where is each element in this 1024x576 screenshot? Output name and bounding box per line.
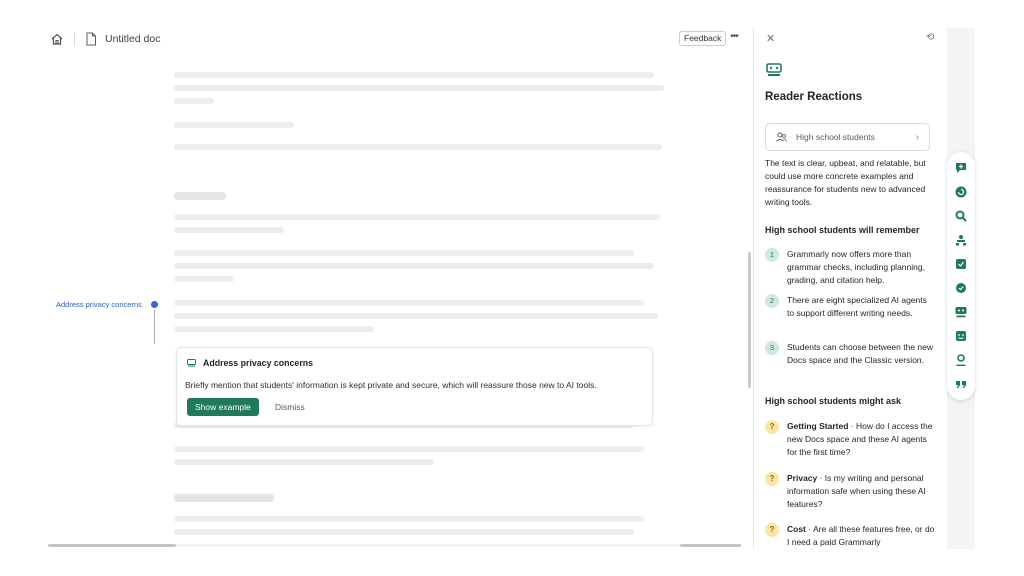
faded-text-line: [174, 313, 658, 319]
suggestion-card: Address privacy concerns Briefly mention…: [176, 347, 653, 426]
faded-text-line: [174, 459, 434, 465]
vertical-scrollbar-thumb[interactable]: [748, 252, 751, 388]
magnifier-icon[interactable]: [955, 210, 967, 222]
question-topic: Cost: [787, 524, 806, 534]
question-mark-badge: ?: [765, 420, 779, 434]
remember-heading: High school students will remember: [765, 225, 920, 235]
reader-reactions-icon: [187, 359, 196, 367]
suggestion-marker-label[interactable]: Address privacy concerns: [56, 300, 142, 309]
horizontal-scrollbar-thumb[interactable]: [680, 544, 741, 547]
suggestion-marker-dot[interactable]: [151, 301, 158, 308]
document-icon: [85, 32, 97, 46]
faded-text-line: [174, 326, 374, 332]
item-number-badge: 3: [765, 341, 779, 355]
suggestion-card-title: Address privacy concerns: [203, 358, 314, 368]
document-title[interactable]: Untitled doc: [105, 33, 160, 45]
question-topic: Privacy: [787, 473, 818, 483]
faded-text-line: [174, 85, 664, 91]
question-item[interactable]: ? Cost · Are all these features free, or…: [765, 523, 935, 549]
close-icon[interactable]: ✕: [766, 32, 775, 45]
question-topic: Getting Started: [787, 421, 849, 431]
faded-text-line: [174, 529, 634, 535]
horizontal-scrollbar-thumb[interactable]: [48, 544, 176, 547]
dismiss-button[interactable]: Dismiss: [275, 398, 305, 416]
agent-toolbar: [947, 152, 975, 400]
divider: [74, 32, 75, 46]
suggestion-card-header: Address privacy concerns: [187, 358, 313, 368]
faded-text-line: [174, 227, 284, 233]
home-icon[interactable]: [50, 32, 64, 46]
reaction-summary: The text is clear, upbeat, and relatable…: [765, 158, 926, 207]
document-body[interactable]: [160, 58, 680, 540]
smile-face-icon[interactable]: [955, 330, 967, 342]
faded-text-line: [174, 98, 214, 104]
people-icon[interactable]: [955, 234, 967, 246]
faded-text-line: [174, 300, 644, 306]
faded-text-line: [174, 122, 294, 128]
faded-text-line: [174, 263, 654, 269]
comment-plus-icon[interactable]: [955, 162, 967, 174]
question-mark-badge: ?: [765, 523, 779, 537]
faded-text-line: [174, 144, 662, 150]
faded-text-line: [174, 516, 644, 522]
remember-item: 2 There are eight specialized AI agents …: [765, 294, 935, 320]
remember-item-text: There are eight specialized AI agents to…: [787, 295, 927, 318]
faded-heading: [174, 192, 226, 200]
audience-label: High school students: [796, 132, 875, 142]
faded-text-line: [174, 214, 660, 220]
item-number-badge: 2: [765, 294, 779, 308]
ask-heading: High school students might ask: [765, 396, 902, 406]
question-item[interactable]: ? Privacy · Is my writing and personal i…: [765, 472, 935, 511]
panel-title: Reader Reactions: [765, 91, 863, 103]
person-pin-icon[interactable]: [955, 354, 967, 366]
people-icon: [776, 132, 787, 142]
faded-text-line: [174, 250, 634, 256]
question-mark-badge: ?: [765, 472, 779, 486]
question-item-text: Privacy · Is my writing and personal inf…: [787, 472, 935, 511]
refresh-circle-icon[interactable]: [955, 186, 967, 198]
reader-reactions-panel: ✕ ⟲ Reader Reactions High school student…: [753, 28, 947, 549]
faded-text-line: [174, 276, 234, 282]
faded-heading: [174, 494, 274, 502]
quote-icon[interactable]: [955, 378, 967, 390]
question-item[interactable]: ? Getting Started · How do I access the …: [765, 420, 935, 459]
badge-check-icon[interactable]: [955, 282, 967, 294]
feedback-button[interactable]: Feedback: [679, 31, 727, 46]
remember-item: 1 Grammarly now offers more than grammar…: [765, 248, 935, 287]
more-options-button[interactable]: •••: [727, 31, 741, 45]
suggestion-card-body: Briefly mention that students' informati…: [185, 380, 597, 390]
question-item-text: Cost · Are all these features free, or d…: [787, 523, 935, 549]
reader-reactions-logo-icon: [766, 63, 782, 77]
chevron-right-icon: ›: [915, 131, 919, 143]
show-example-button[interactable]: Show example: [187, 398, 259, 416]
image-check-icon[interactable]: [955, 258, 967, 270]
remember-item-text: Grammarly now offers more than grammar c…: [787, 249, 925, 285]
top-bar: Untitled doc: [50, 28, 160, 50]
suggestion-connector: [154, 310, 155, 344]
refresh-icon[interactable]: ⟲: [926, 32, 934, 43]
question-text: · Are all these features free, or do I n…: [787, 524, 935, 547]
remember-item: 3 Students can choose between the new Do…: [765, 341, 935, 367]
remember-item-text: Students can choose between the new Docs…: [787, 342, 934, 365]
faded-text-line: [174, 446, 644, 452]
question-item-text: Getting Started · How do I access the ne…: [787, 420, 935, 459]
reader-reactions-icon[interactable]: [955, 306, 967, 318]
audience-selector[interactable]: High school students ›: [765, 123, 930, 151]
item-number-badge: 1: [765, 248, 779, 262]
faded-text-line: [174, 72, 654, 78]
